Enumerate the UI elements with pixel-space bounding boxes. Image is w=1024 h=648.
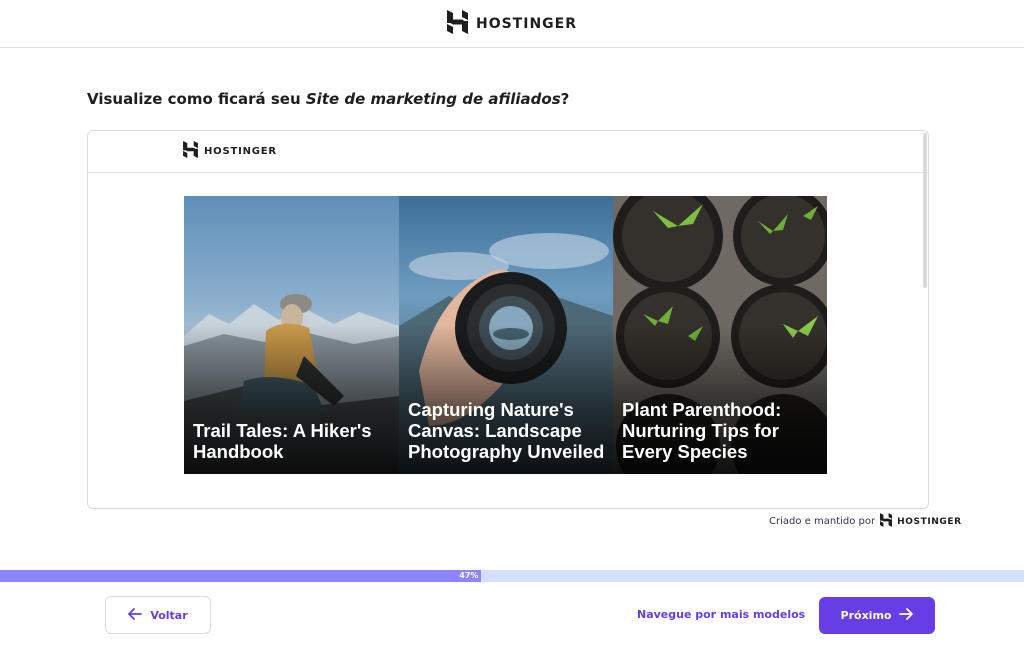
site-type: Site de marketing de afiliados (305, 90, 561, 108)
card-lens[interactable]: Capturing Nature's Canvas: Landscape Pho… (399, 196, 613, 474)
title-suffix: ? (560, 90, 570, 108)
credit: Criado e mantido por HOSTINGER (769, 513, 962, 530)
preview-brand-text: HOSTINGER (204, 146, 277, 157)
arrow-left-icon (128, 607, 143, 623)
progress-bar: 47% (0, 570, 1024, 582)
preview-scrollbar[interactable] (922, 131, 928, 508)
card-title[interactable]: Plant Parenthood: Nurturing Tips for Eve… (622, 399, 819, 462)
blog-cards: Trail Tales: A Hiker's Handbook Capturin… (184, 196, 828, 474)
site-preview[interactable]: HOSTINGER Trail Tales: A Hiker's Handboo… (87, 130, 929, 509)
back-button[interactable]: Voltar (105, 596, 211, 634)
hostinger-logo-icon (446, 9, 468, 38)
credit-brand: HOSTINGER (897, 516, 962, 527)
brand-text: HOSTINGER (475, 15, 577, 32)
page-title: Visualize como ficará seu Site de market… (87, 90, 569, 108)
credit-text: Criado e mantido por (769, 516, 876, 527)
preview-header: HOSTINGER (88, 131, 928, 173)
progress-label: 47% (459, 571, 479, 580)
preview-scroll-thumb[interactable] (923, 133, 927, 288)
card-title[interactable]: Trail Tales: A Hiker's Handbook (193, 420, 391, 462)
hostinger-logo-icon (880, 513, 893, 530)
card-hiker[interactable]: Trail Tales: A Hiker's Handbook (184, 196, 399, 474)
next-label: Próximo (840, 609, 892, 622)
back-label: Voltar (150, 608, 188, 622)
card-title[interactable]: Capturing Nature's Canvas: Landscape Pho… (408, 399, 605, 462)
next-button[interactable]: Próximo (819, 597, 935, 634)
title-prefix: Visualize como ficará seu (87, 90, 306, 108)
top-bar: HOSTINGER (0, 0, 1024, 48)
browse-templates-link[interactable]: Navegue por mais modelos (637, 608, 805, 621)
hostinger-logo-icon (183, 141, 198, 162)
card-plants[interactable]: Plant Parenthood: Nurturing Tips for Eve… (613, 196, 827, 474)
arrow-right-icon (899, 608, 914, 623)
brand: HOSTINGER (446, 9, 577, 38)
progress-fill (0, 570, 482, 582)
